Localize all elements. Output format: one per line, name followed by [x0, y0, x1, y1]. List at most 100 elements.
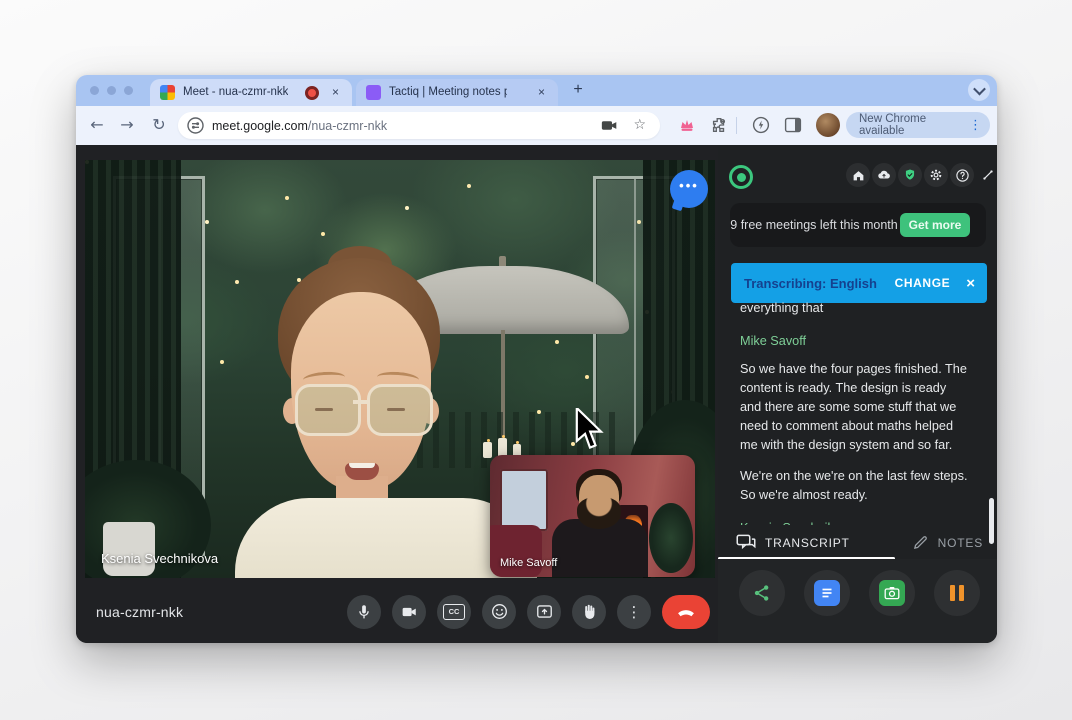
page-content: Ksenia Svechnikova ••• Mike Savoff [76, 145, 997, 643]
tactiq-sidebar: 9 free meetings left this month Get more… [718, 145, 997, 643]
settings-gear-icon[interactable] [924, 163, 948, 187]
profile-avatar[interactable] [816, 113, 840, 137]
captions-button[interactable]: CC [437, 595, 471, 629]
close-banner-icon[interactable]: × [966, 275, 975, 292]
traffic-light-minimize[interactable] [107, 86, 116, 95]
mouse-cursor [575, 408, 605, 457]
pip-video-tile[interactable]: Mike Savoff [490, 455, 695, 577]
change-language-button[interactable]: CHANGE [895, 276, 951, 290]
close-tab-icon[interactable]: × [534, 85, 549, 100]
url-text[interactable]: meet.google.com/nua-czmr-nkk [212, 119, 387, 133]
help-icon[interactable] [950, 163, 974, 187]
meet-stage: Ksenia Svechnikova ••• Mike Savoff [76, 145, 718, 643]
side-panel-icon[interactable] [784, 116, 802, 139]
pencil-icon [912, 534, 929, 551]
detach-panel-icon[interactable] [976, 163, 997, 187]
more-vertical-icon: ⋮ [627, 603, 642, 621]
reactions-button[interactable] [482, 595, 516, 629]
transcript-line: everything that [740, 299, 968, 318]
pip-name-label: Mike Savoff [500, 557, 557, 569]
pause-transcription-button[interactable] [934, 570, 980, 616]
mouth [345, 463, 379, 480]
microphone-button[interactable] [347, 595, 381, 629]
get-more-button[interactable]: Get more [900, 213, 970, 237]
camera-icon [879, 580, 905, 606]
bookmark-star-icon[interactable]: ☆ [633, 117, 646, 133]
toolbar-divider [736, 117, 737, 134]
url-host: meet.google.com [212, 119, 308, 133]
transcript-speaker: Ksenia Svechnikova [740, 521, 968, 525]
traffic-light-close[interactable] [90, 86, 99, 95]
tactiq-floating-bubble[interactable]: ••• [670, 170, 708, 208]
sidebar-header [718, 163, 997, 191]
cc-icon: CC [443, 604, 465, 620]
camera-button[interactable] [392, 595, 426, 629]
meet-control-bar: nua-czmr-nkk CC [76, 580, 718, 643]
sidebar-scrollbar[interactable] [989, 498, 994, 544]
back-button[interactable]: ← [86, 115, 108, 134]
close-tab-icon[interactable]: × [328, 85, 343, 100]
tab-notes-label: NOTES [938, 536, 983, 550]
pause-icon [950, 585, 964, 601]
transcript-line: So we have the four pages finished. The … [740, 360, 968, 455]
browser-toolbar: ← → ↻ meet.google.com/nua-czmr-nkk ☆ [76, 106, 997, 145]
plant-pot [103, 522, 155, 576]
browser-window: Meet - nua-czmr-nkk × Tactiq | Meeting n… [76, 75, 997, 643]
privacy-shield-icon[interactable] [898, 163, 922, 187]
more-options-button[interactable]: ⋮ [617, 595, 651, 629]
address-bar[interactable]: meet.google.com/nua-czmr-nkk ☆ [178, 112, 660, 139]
screenshot-button[interactable] [869, 570, 915, 616]
sidebar-action-bar [718, 559, 997, 643]
tactiq-extension-icon[interactable] [678, 116, 696, 139]
home-icon[interactable] [846, 163, 870, 187]
chevron-down-icon [973, 82, 986, 95]
free-meetings-card: 9 free meetings left this month Get more [730, 203, 986, 247]
glasses-bridge [353, 400, 369, 404]
meet-controls: CC ⋮ [347, 595, 718, 629]
site-info-icon[interactable] [187, 117, 204, 139]
performance-icon[interactable] [752, 116, 770, 139]
meeting-code: nua-czmr-nkk [96, 604, 183, 620]
tab-search-chevron[interactable] [968, 79, 990, 101]
docs-icon [814, 580, 840, 606]
tab-notes[interactable]: NOTES [912, 534, 983, 551]
candle [483, 442, 492, 458]
camera-in-use-icon[interactable] [601, 118, 618, 138]
raise-hand-button[interactable] [572, 595, 606, 629]
tab-strip: Meet - nua-czmr-nkk × Tactiq | Meeting n… [76, 75, 997, 106]
tab-title: Tactiq | Meeting notes powe [389, 86, 507, 98]
pip-participant-beard [577, 497, 621, 529]
chat-icon [736, 534, 756, 551]
pip-window [500, 469, 548, 531]
sidebar-tabs: TRANSCRIPT NOTES [718, 526, 997, 560]
tactiq-logo-icon [729, 165, 753, 189]
url-path: /nua-czmr-nkk [308, 119, 387, 133]
end-call-button[interactable] [662, 595, 710, 629]
bubble-dots-icon: ••• [679, 181, 699, 191]
forward-button[interactable]: → [116, 115, 138, 134]
more-vertical-icon[interactable]: ⋮ [969, 118, 982, 133]
transcript-scroll-area[interactable]: everything that Mike Savoff So we have t… [740, 297, 968, 525]
extensions-puzzle-icon[interactable] [710, 116, 728, 139]
transcript-line: We're on the we're on the last few steps… [740, 467, 968, 505]
share-button[interactable] [739, 570, 785, 616]
tab-tactiq[interactable]: Tactiq | Meeting notes powe × [356, 79, 558, 106]
pip-plant [649, 503, 693, 573]
tab-transcript[interactable]: TRANSCRIPT [736, 534, 850, 551]
tab-meet[interactable]: Meet - nua-czmr-nkk × [150, 79, 352, 106]
tactiq-favicon [366, 85, 381, 100]
pip-chair [490, 525, 542, 577]
chrome-update-pill[interactable]: New Chrome available ⋮ [846, 112, 990, 138]
new-tab-button[interactable]: + [568, 80, 588, 100]
google-docs-button[interactable] [804, 570, 850, 616]
recording-indicator-icon [305, 86, 319, 100]
reload-button[interactable]: ↻ [148, 115, 170, 134]
present-screen-button[interactable] [527, 595, 561, 629]
traffic-light-zoom[interactable] [124, 86, 133, 95]
eye [387, 408, 405, 411]
cloud-upload-icon[interactable] [872, 163, 896, 187]
main-video-tile: Ksenia Svechnikova ••• Mike Savoff [85, 160, 715, 578]
free-meetings-text: 9 free meetings left this month [730, 217, 898, 233]
tab-transcript-label: TRANSCRIPT [765, 536, 850, 550]
eye [315, 408, 333, 411]
